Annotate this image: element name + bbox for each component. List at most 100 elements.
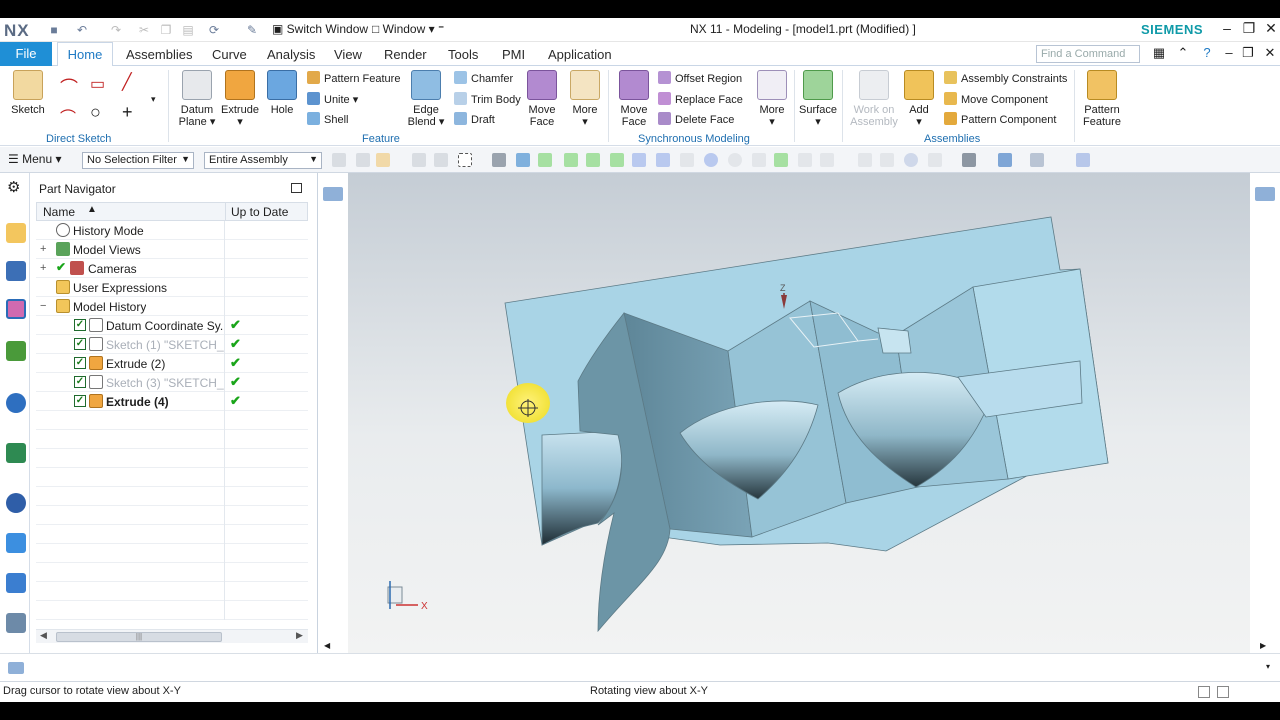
chamfer-button[interactable]: Chamfer [454, 71, 513, 85]
tab-tools[interactable]: Tools [448, 47, 478, 62]
menu-button[interactable]: ☰ Menu ▾ [8, 152, 61, 166]
expand-icon[interactable]: + [40, 243, 46, 255]
cut-icon[interactable]: ✂ [136, 22, 152, 38]
selection-filter-dropdown[interactable]: No Selection Filter ▼ [82, 152, 194, 169]
tree-row-sketch-1[interactable]: ✓ Sketch (1) "SKETCH_0... ✔ [36, 335, 308, 354]
doc-minimize-icon[interactable]: – [1221, 45, 1237, 60]
constraint-navigator-icon[interactable] [6, 261, 26, 281]
snap-line-icon[interactable] [564, 153, 578, 167]
history-icon[interactable] [6, 493, 26, 513]
doc-close-icon[interactable]: ✕ [1262, 45, 1278, 61]
viewport-settings-icon[interactable] [1076, 153, 1090, 167]
offset-region-button[interactable]: Offset Region [658, 71, 742, 85]
unite-button[interactable]: Unite ▾ [307, 92, 358, 106]
column-divider[interactable] [225, 203, 226, 221]
tab-view[interactable]: View [334, 47, 362, 62]
snap-face-icon[interactable] [798, 153, 812, 167]
visibility-checkbox[interactable]: ✓ [74, 338, 86, 350]
snap-bounded-icon[interactable] [820, 153, 834, 167]
part-navigator-icon[interactable] [6, 299, 26, 319]
snap-icon[interactable] [376, 153, 390, 167]
assembly-scope-dropdown[interactable]: Entire Assembly ▼ [204, 152, 322, 169]
redo-icon[interactable]: ↷ [108, 22, 124, 38]
snap-midpoint-icon[interactable] [586, 153, 600, 167]
snap-point-icon[interactable] [752, 153, 766, 167]
assembly-constraints-button[interactable]: Assembly Constraints [944, 71, 1067, 85]
hd3d-tools-icon[interactable] [6, 393, 26, 413]
pattern-feature-large-button[interactable]: Pattern Feature [1080, 70, 1124, 128]
find-command-input[interactable]: Find a Command [1036, 45, 1140, 63]
solid-icon[interactable] [492, 153, 506, 167]
reuse-library-icon[interactable] [6, 341, 26, 361]
file-tab[interactable]: File [0, 42, 52, 66]
snap-on-curve-icon[interactable] [774, 153, 788, 167]
snap-tangent-icon[interactable] [656, 153, 670, 167]
scroll-left-icon[interactable]: ◀ [40, 630, 47, 641]
snap-center-icon[interactable] [704, 153, 718, 167]
expand-icon[interactable]: + [40, 262, 46, 274]
collapse-ribbon-icon[interactable]: ⌃ [1175, 45, 1191, 61]
profile-icon[interactable]: ⌒ [60, 74, 78, 100]
snap-grid-icon[interactable] [538, 153, 552, 167]
tree-row-cameras[interactable]: + ✔ Cameras [36, 259, 308, 278]
doc-restore-icon[interactable]: ❐ [1240, 45, 1256, 61]
assembly-navigator-icon[interactable] [6, 223, 26, 243]
touch-mode-icon[interactable]: ✎ [244, 22, 260, 38]
status-icon-2[interactable] [1217, 686, 1229, 698]
snap-curve-icon[interactable] [610, 153, 624, 167]
pattern-feature-button[interactable]: Pattern Feature [307, 71, 400, 85]
minimize-button[interactable]: – [1218, 20, 1236, 36]
visibility-checkbox[interactable]: ✓ [74, 395, 86, 407]
select-all-icon[interactable] [356, 153, 370, 167]
snap-intersect-icon[interactable] [680, 153, 694, 167]
close-button[interactable]: ✕ [1262, 20, 1280, 37]
pick-icon[interactable] [434, 153, 448, 167]
column-header-name[interactable]: Name [43, 205, 75, 219]
orient-view-icon[interactable] [928, 153, 942, 167]
bottom-toolbar-icon[interactable] [8, 662, 24, 674]
tab-analysis[interactable]: Analysis [267, 47, 315, 62]
process-studio-icon[interactable] [6, 533, 26, 553]
line-icon[interactable]: ╱ [122, 72, 132, 92]
sketch-button[interactable]: Sketch [8, 70, 48, 116]
scroll-thumb[interactable]: ||| [56, 632, 222, 642]
paste-icon[interactable]: ▤ [180, 22, 196, 38]
rectangle-icon[interactable]: ▭ [90, 74, 105, 94]
web-browser-icon[interactable] [6, 443, 26, 463]
tab-home[interactable]: Home [57, 42, 113, 67]
surface-button[interactable]: Surface ▾ [798, 70, 838, 128]
gear-icon[interactable]: ⚙ [7, 178, 20, 196]
move-icon[interactable] [412, 153, 426, 167]
work-view-icon[interactable] [998, 153, 1012, 167]
zoom-icon[interactable] [880, 153, 894, 167]
visibility-checkbox[interactable]: ✓ [74, 319, 86, 331]
rectangle-select-icon[interactable] [458, 153, 472, 167]
tree-row-user-expressions[interactable]: User Expressions [36, 278, 308, 297]
sync-more-button[interactable]: More ▾ [756, 70, 788, 128]
shell-button[interactable]: Shell [307, 112, 348, 126]
collapse-icon[interactable]: − [40, 300, 46, 312]
layout-icon[interactable]: ▦ [1151, 45, 1167, 61]
undo-icon[interactable]: ↶ [74, 22, 90, 38]
tab-render[interactable]: Render [384, 47, 427, 62]
work-on-assembly-button[interactable]: Work on Assembly [848, 70, 900, 128]
scroll-right-icon[interactable]: ▶ [296, 630, 303, 641]
filter-icon[interactable] [332, 153, 346, 167]
window-menu[interactable]: □ Window ▾ ⁼ [372, 22, 444, 36]
help-icon[interactable]: ? [1199, 45, 1215, 60]
datum-plane-button[interactable]: Datum Plane ▾ [176, 70, 218, 128]
status-icon-1[interactable] [1198, 686, 1210, 698]
tree-row-datum-csys[interactable]: ✓ Datum Coordinate Sy... ✔ [36, 316, 308, 335]
copy-icon[interactable]: ❐ [158, 22, 174, 38]
column-header-up-to-date[interactable]: Up to Date [231, 205, 288, 219]
save-icon[interactable]: ■ [46, 22, 62, 38]
maximize-panel-icon[interactable] [291, 183, 302, 193]
trim-body-button[interactable]: Trim Body [454, 92, 521, 106]
extrude-button[interactable]: Extrude ▾ [220, 70, 260, 128]
edge-blend-button[interactable]: Edge Blend ▾ [406, 70, 446, 128]
arc-icon[interactable]: ⌒ [60, 104, 76, 128]
draft-button[interactable]: Draft [454, 112, 495, 126]
replace-face-button[interactable]: Replace Face [658, 92, 743, 106]
feature-more-button[interactable]: More ▾ [568, 70, 602, 128]
rotate-view-icon[interactable] [904, 153, 918, 167]
